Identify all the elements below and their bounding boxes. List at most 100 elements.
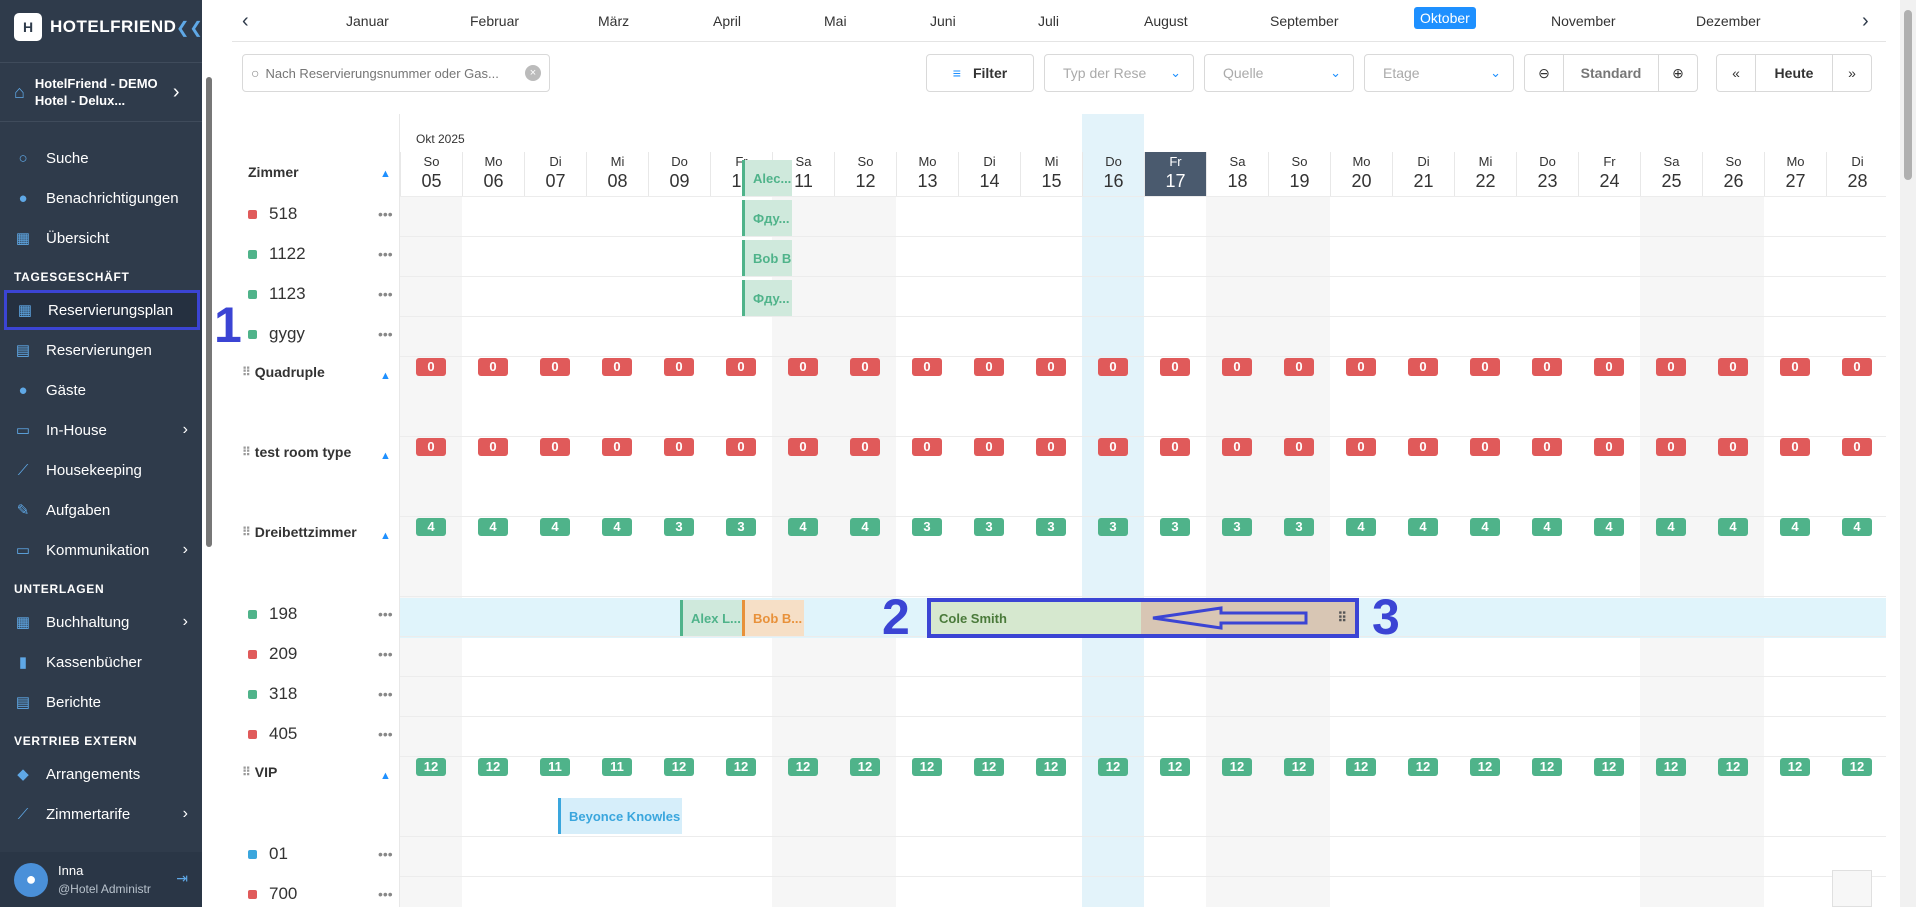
booking-198-alex[interactable]: Alex L... — [680, 600, 742, 636]
sort-up-icon[interactable]: ▲ — [380, 168, 391, 180]
availability-badge: 3 — [1222, 518, 1252, 536]
drag-handle-icon[interactable]: ⠿ — [242, 525, 251, 539]
month-juli[interactable]: Juli — [1032, 10, 1065, 32]
filter-icon: ≡ — [952, 65, 961, 81]
month-maerz[interactable]: März — [592, 10, 635, 32]
room-209[interactable]: 209 — [248, 644, 297, 664]
drag-handle-icon[interactable]: ⠿ — [242, 445, 251, 459]
next-month-arrow-icon[interactable]: › — [1862, 10, 1869, 33]
zoom-out-button[interactable]: ⊖ — [1524, 54, 1564, 92]
month-august[interactable]: August — [1138, 10, 1194, 32]
room-more-icon[interactable]: ••• — [378, 686, 393, 702]
next-period-button[interactable]: » — [1832, 54, 1872, 92]
drag-handle-icon[interactable]: ⠿ — [242, 765, 251, 779]
reservation-type-select[interactable]: Typ der Rese ⌄ — [1044, 54, 1194, 92]
collapse-category-icon[interactable]: ▲ — [380, 770, 391, 782]
main-scroll-thumb[interactable] — [1904, 10, 1912, 180]
main-scrollbar[interactable] — [1900, 0, 1916, 907]
month-november[interactable]: November — [1545, 10, 1622, 32]
collapse-category-icon[interactable]: ▲ — [380, 370, 391, 382]
room-more-icon[interactable]: ••• — [378, 846, 393, 862]
availability-badge: 4 — [850, 518, 880, 536]
month-juni[interactable]: Juni — [924, 10, 962, 32]
collapse-category-icon[interactable]: ▲ — [380, 450, 391, 462]
room-more-icon[interactable]: ••• — [378, 886, 393, 902]
availability-badge: 4 — [1656, 518, 1686, 536]
month-mai[interactable]: Mai — [818, 10, 853, 32]
category-quadruple[interactable]: ⠿ Quadruple — [242, 364, 325, 380]
logout-icon[interactable]: ⇥ — [176, 870, 188, 887]
sidebar-item-aufgaben[interactable]: ✎ Aufgaben — [0, 490, 202, 530]
room-198[interactable]: 198 — [248, 604, 297, 624]
availability-badge: 0 — [1346, 358, 1376, 376]
booking-1122[interactable]: Фду... — [742, 200, 792, 236]
category-test-room-type[interactable]: ⠿ test room type — [242, 444, 351, 460]
floor-select[interactable]: Etage ⌄ — [1364, 54, 1514, 92]
room-1123[interactable]: 1123 — [248, 284, 306, 304]
room-318[interactable]: 318 — [248, 684, 297, 704]
room-more-icon[interactable]: ••• — [378, 286, 393, 302]
room-01[interactable]: 01 — [248, 844, 288, 864]
booking-198-cole-smith[interactable]: Cole Smith ⠿ — [927, 598, 1359, 638]
room-700[interactable]: 700 — [248, 884, 297, 904]
collapse-category-icon[interactable]: ▲ — [380, 530, 391, 542]
collapse-sidebar-icon[interactable]: ❮❮ — [176, 18, 203, 38]
sidebar-item-in-house[interactable]: ▭ In-House › — [0, 410, 202, 450]
day-header: Mo 06 — [462, 152, 524, 196]
booking-vip-beyonce[interactable]: Beyonce Knowles — [558, 798, 682, 834]
sidebar-item-benachrichtigungen[interactable]: ● Benachrichtigungen — [0, 178, 202, 218]
month-februar[interactable]: Februar — [464, 10, 525, 32]
category-dreibettzimmer[interactable]: ⠿ Dreibettzimmer — [242, 524, 357, 540]
logo[interactable]: H HOTELFRIEND — [14, 12, 176, 42]
room-more-icon[interactable]: ••• — [378, 326, 393, 342]
room-more-icon[interactable]: ••• — [378, 726, 393, 742]
sidebar-item-reservierungsplan[interactable]: ▦ Reservierungsplan — [4, 290, 200, 330]
filter-button[interactable]: ≡ Filter — [926, 54, 1034, 92]
room-1122[interactable]: 1122 — [248, 244, 306, 264]
sidebar-item-berichte[interactable]: ▤ Berichte — [0, 682, 202, 722]
sidebar-item-buchhaltung[interactable]: ▦ Buchhaltung › — [0, 602, 202, 642]
room-more-icon[interactable]: ••• — [378, 246, 393, 262]
hotel-selector[interactable]: ⌂ HotelFriend - DEMO Hotel - Delux... › — [0, 62, 202, 122]
room-405[interactable]: 405 — [248, 724, 297, 744]
sidebar-scrollbar[interactable] — [204, 72, 214, 852]
source-select[interactable]: Quelle ⌄ — [1204, 54, 1354, 92]
prev-period-button[interactable]: « — [1716, 54, 1756, 92]
room-gygy[interactable]: gygy — [248, 324, 305, 344]
sidebar-item-reservierungen[interactable]: ▤ Reservierungen — [0, 330, 202, 370]
month-oktober[interactable]: Oktober — [1414, 7, 1476, 29]
zoom-in-button[interactable]: ⊕ — [1658, 54, 1698, 92]
room-518[interactable]: 518 — [248, 204, 297, 224]
booking-gygy[interactable]: Фду... — [742, 280, 792, 316]
room-status-dot — [248, 649, 257, 659]
sidebar-item-zimmertarife[interactable]: ⟋ Zimmertarife › — [0, 794, 202, 834]
booking-1123[interactable]: Bob B... — [742, 240, 792, 276]
resize-handle-icon[interactable]: ⠿ — [1337, 610, 1347, 626]
sidebar-item-housekeeping[interactable]: ⟋ Housekeeping — [0, 450, 202, 490]
category-vip[interactable]: ⠿ VIP — [242, 764, 277, 780]
room-more-icon[interactable]: ••• — [378, 206, 393, 222]
availability-badge: 12 — [974, 758, 1004, 776]
sidebar-item-gaeste[interactable]: ● Gäste — [0, 370, 202, 410]
sidebar-item-kommunikation[interactable]: ▭ Kommunikation › — [0, 530, 202, 570]
zoom-level[interactable]: Standard — [1563, 54, 1659, 92]
search-input[interactable] — [265, 65, 516, 81]
sidebar-item-suche[interactable]: ○ Suche — [0, 138, 202, 178]
clear-search-icon[interactable]: × — [525, 65, 541, 81]
prev-month-arrow-icon[interactable]: ‹ — [242, 10, 249, 33]
month-dezember[interactable]: Dezember — [1690, 10, 1767, 32]
sidebar-item-kassenbuecher[interactable]: ▮ Kassenbücher — [0, 642, 202, 682]
user-profile[interactable]: ● Inna @Hotel Administr ⇥ — [0, 852, 202, 907]
month-september[interactable]: September — [1264, 10, 1344, 32]
month-januar[interactable]: Januar — [340, 10, 395, 32]
today-button[interactable]: Heute — [1755, 54, 1833, 92]
month-april[interactable]: April — [707, 10, 747, 32]
booking-518[interactable]: Alec... — [742, 160, 792, 196]
sidebar-scroll-thumb[interactable] — [206, 77, 212, 547]
room-more-icon[interactable]: ••• — [378, 646, 393, 662]
room-more-icon[interactable]: ••• — [378, 606, 393, 622]
sidebar-item-uebersicht[interactable]: ▦ Übersicht — [0, 218, 202, 258]
booking-198-bob[interactable]: Bob B... — [742, 600, 804, 636]
sidebar-item-arrangements[interactable]: ◆ Arrangements — [0, 754, 202, 794]
drag-handle-icon[interactable]: ⠿ — [242, 365, 251, 379]
